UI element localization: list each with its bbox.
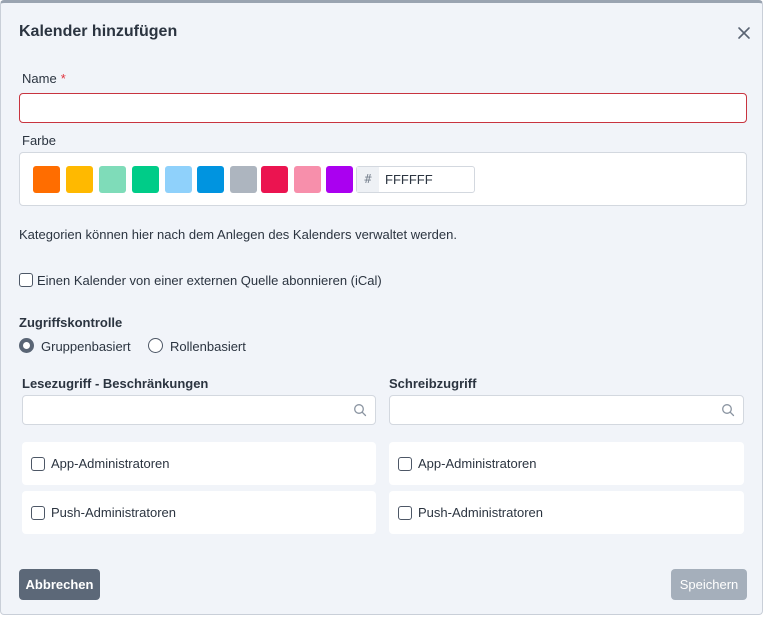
radio-group-based-label: Gruppenbasiert — [41, 339, 131, 354]
color-swatch-mint[interactable] — [99, 166, 126, 193]
save-button[interactable]: Speichern — [671, 569, 747, 600]
read-access-heading: Lesezugriff - Beschränkungen — [22, 376, 209, 391]
read-search-field — [22, 395, 376, 425]
read-item-label: Push-Administratoren — [51, 505, 176, 520]
color-swatch-orange[interactable] — [33, 166, 60, 193]
access-control-heading: Zugriffskontrolle — [19, 315, 123, 330]
read-search-input[interactable] — [23, 396, 375, 424]
hash-prefix: # — [357, 167, 379, 192]
read-item-checkbox[interactable] — [31, 506, 45, 520]
write-search-input[interactable] — [390, 396, 743, 424]
color-swatch-green[interactable] — [132, 166, 159, 193]
color-swatch-purple[interactable] — [326, 166, 353, 193]
color-picker: # — [19, 152, 747, 206]
radio-role-based-label: Rollenbasiert — [170, 339, 246, 354]
write-item-checkbox[interactable] — [398, 506, 412, 520]
hex-color-field: # — [356, 166, 475, 193]
cancel-button[interactable]: Abbrechen — [19, 569, 100, 600]
search-icon — [722, 404, 735, 417]
write-item-app-admins[interactable]: App-Administratoren — [389, 442, 744, 485]
write-search-field — [389, 395, 744, 425]
add-calendar-dialog: Kalender hinzufügen Name* Farbe # Katego… — [0, 0, 763, 615]
read-item-checkbox[interactable] — [31, 457, 45, 471]
write-item-push-admins[interactable]: Push-Administratoren — [389, 491, 744, 534]
dialog-title: Kalender hinzufügen — [19, 23, 178, 40]
write-access-heading: Schreibzugriff — [389, 376, 477, 391]
read-item-push-admins[interactable]: Push-Administratoren — [22, 491, 376, 534]
subscribe-checkbox[interactable] — [19, 273, 33, 287]
color-label: Farbe — [22, 133, 56, 148]
color-swatch-light-blue[interactable] — [165, 166, 192, 193]
radio-role-based[interactable] — [148, 338, 163, 353]
radio-group-based[interactable] — [19, 338, 34, 353]
read-item-label: App-Administratoren — [51, 456, 170, 471]
categories-note: Kategorien können hier nach dem Anlegen … — [19, 227, 457, 242]
color-swatch-gray[interactable] — [230, 166, 257, 193]
required-mark: * — [60, 71, 66, 86]
color-swatch-pink[interactable] — [294, 166, 321, 193]
subscribe-label: Einen Kalender von einer externen Quelle… — [37, 273, 382, 288]
close-icon[interactable] — [736, 25, 752, 41]
color-swatch-amber[interactable] — [66, 166, 93, 193]
write-item-label: App-Administratoren — [418, 456, 537, 471]
hex-color-input[interactable] — [379, 167, 474, 192]
name-input[interactable] — [19, 93, 747, 123]
color-swatch-crimson[interactable] — [261, 166, 288, 193]
read-item-app-admins[interactable]: App-Administratoren — [22, 442, 376, 485]
search-icon — [354, 404, 367, 417]
write-item-checkbox[interactable] — [398, 457, 412, 471]
color-swatch-blue[interactable] — [197, 166, 224, 193]
name-label: Name * — [22, 71, 66, 86]
write-item-label: Push-Administratoren — [418, 505, 543, 520]
